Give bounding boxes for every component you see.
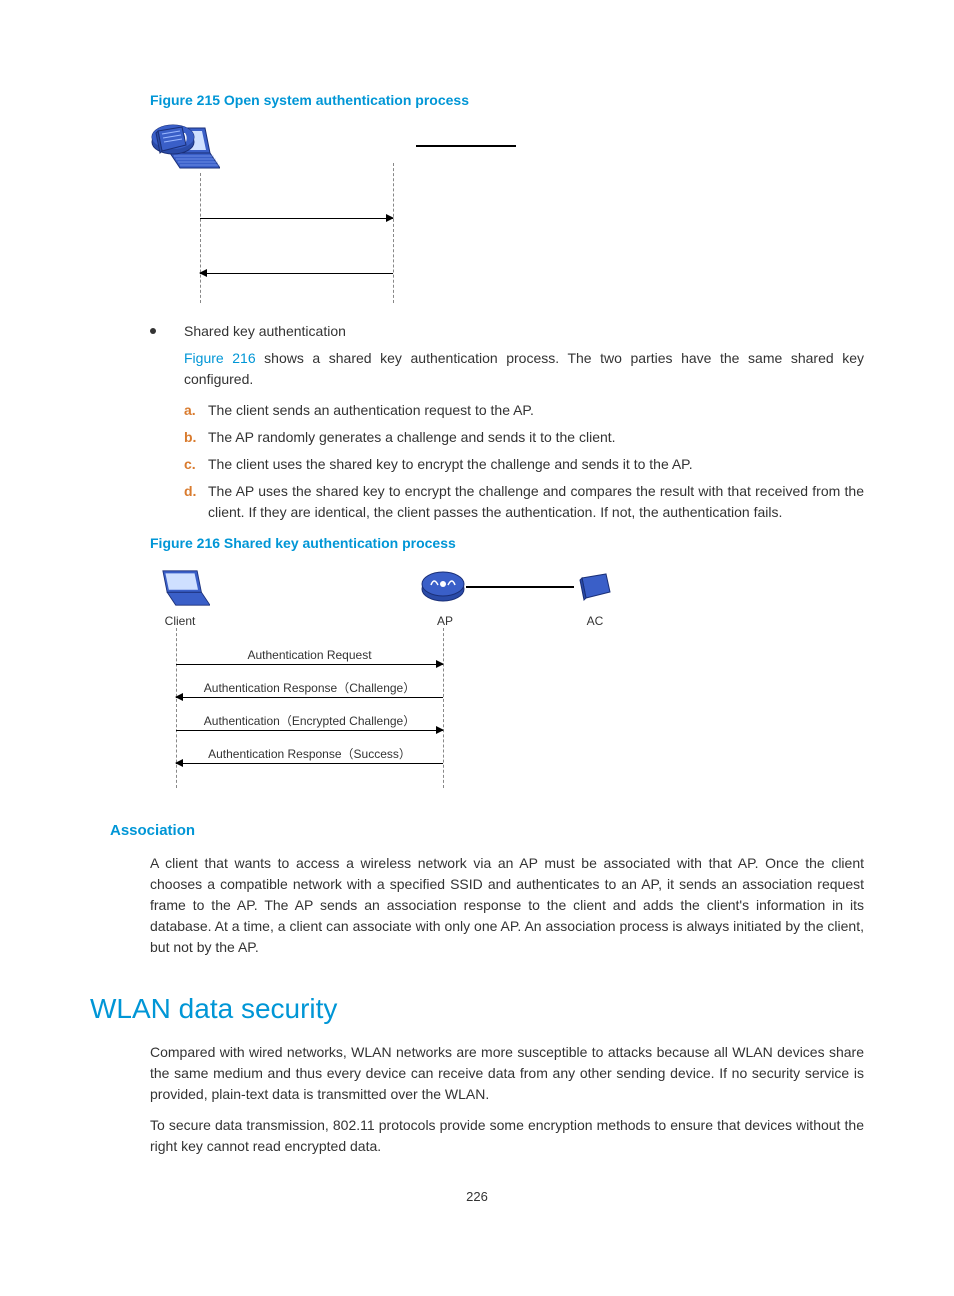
ap-ac-link <box>416 145 516 147</box>
wlan-security-para1: Compared with wired networks, WLAN netwo… <box>150 1042 864 1105</box>
bullet-dot-icon <box>150 328 156 334</box>
ap-label: AP <box>430 612 460 630</box>
step-c-text: The client uses the shared key to encryp… <box>208 454 864 475</box>
msg-1-label: Authentication Request <box>176 646 443 664</box>
wlan-security-para2: To secure data transmission, 802.11 prot… <box>150 1115 864 1157</box>
msg-3-label: Authentication（Encrypted Challenge） <box>176 712 443 730</box>
client-lifeline <box>200 173 201 303</box>
step-b: b. The AP randomly generates a challenge… <box>184 427 864 448</box>
step-d-text: The AP uses the shared key to encrypt th… <box>208 481 864 523</box>
association-heading: Association <box>110 820 864 843</box>
step-b-text: The AP randomly generates a challenge an… <box>208 427 864 448</box>
wlan-security-heading: WLAN data security <box>90 988 864 1030</box>
page-number: 226 <box>90 1187 864 1207</box>
msg-2-label: Authentication Response（Challenge） <box>176 679 443 697</box>
ap-lifeline-2 <box>443 628 444 788</box>
ap-icon-2 <box>420 570 466 612</box>
step-a: a. The client sends an authentication re… <box>184 400 864 421</box>
ac-icon <box>150 123 190 165</box>
ac-icon-2 <box>574 570 614 612</box>
shared-key-intro: Figure 216 shows a shared key authentica… <box>184 348 864 390</box>
msg-4: Authentication Response（Success） <box>176 763 443 764</box>
client-laptop-icon-2 <box>150 566 210 616</box>
figure-216-diagram: Client AP AC Authentication Request Auth… <box>150 566 670 796</box>
figure-215-diagram: ((📶)) <box>150 123 630 303</box>
association-para: A client that wants to access a wireless… <box>150 853 864 958</box>
client-label: Client <box>160 612 200 630</box>
ap-ac-link-2 <box>466 586 574 588</box>
bullet-shared-key: Shared key authentication <box>150 321 864 342</box>
step-marker-c: c. <box>184 454 208 475</box>
figure-216-link[interactable]: Figure 216 <box>184 350 256 366</box>
ap-lifeline <box>393 163 394 303</box>
msg-3: Authentication（Encrypted Challenge） <box>176 730 443 731</box>
figure-215-title: Figure 215 Open system authentication pr… <box>150 90 864 111</box>
step-marker-d: d. <box>184 481 208 502</box>
figure-216-title: Figure 216 Shared key authentication pro… <box>150 533 864 554</box>
shared-key-intro-rest: shows a shared key authentication proces… <box>184 350 864 387</box>
step-c: c. The client uses the shared key to enc… <box>184 454 864 475</box>
step-marker-b: b. <box>184 427 208 448</box>
msg-1: Authentication Request <box>176 664 443 665</box>
msg-4-label: Authentication Response（Success） <box>176 745 443 763</box>
msg-2: Authentication Response（Challenge） <box>176 697 443 698</box>
msg-arrow-2 <box>200 273 393 274</box>
ac-label: AC <box>580 612 610 630</box>
msg-arrow-1 <box>200 218 393 219</box>
step-d: d. The AP uses the shared key to encrypt… <box>184 481 864 523</box>
step-a-text: The client sends an authentication reque… <box>208 400 864 421</box>
bullet-shared-key-text: Shared key authentication <box>184 321 864 342</box>
step-marker-a: a. <box>184 400 208 421</box>
